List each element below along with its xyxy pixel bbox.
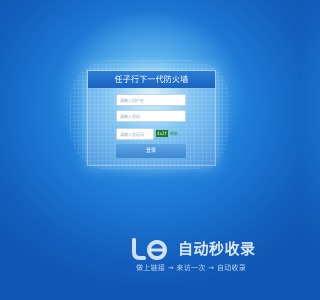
- logo-mark-icon: [132, 238, 167, 260]
- watermark-subtitle: 做上链接 → 来访一次 → 自动收录: [136, 264, 247, 272]
- watermark: 自动秒收录 做上链接 → 来访一次 → 自动收录: [130, 238, 290, 278]
- captcha-refresh-link[interactable]: 刷新: [170, 130, 178, 137]
- password-input[interactable]: [116, 110, 186, 122]
- username-input[interactable]: [116, 94, 186, 106]
- login-button[interactable]: 登录: [116, 144, 186, 158]
- captcha-row: 4x2f 刷新: [116, 128, 211, 140]
- login-title: 任子行下一代防火墙: [88, 71, 215, 88]
- captcha-image[interactable]: 4x2f: [156, 130, 168, 137]
- login-panel: 任子行下一代防火墙 4x2f 刷新 登录: [87, 70, 216, 166]
- captcha-input[interactable]: [116, 128, 154, 140]
- watermark-title: 自动秒收录: [178, 240, 256, 258]
